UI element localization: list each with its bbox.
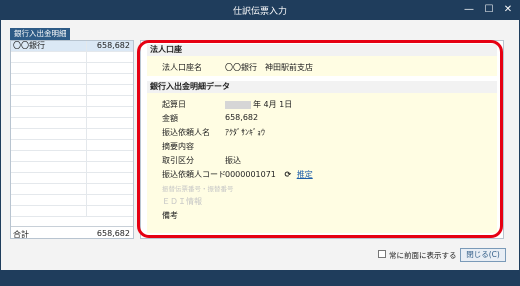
field-label-amount: 金額 xyxy=(162,114,178,123)
field-label-memo: 備考 xyxy=(162,211,178,220)
close-window-button[interactable]: ✕ xyxy=(501,3,515,17)
field-label-requester-code: 振込依頼人コード xyxy=(162,170,226,179)
field-label-date: 起算日 xyxy=(162,100,186,109)
list-item-empty[interactable] xyxy=(11,140,133,151)
window-title: 仕訳伝票入力 xyxy=(232,7,287,17)
section-title-corporate-account: 法人口座 xyxy=(147,44,497,56)
tab-bank-details[interactable]: 銀行入出金明細 xyxy=(10,28,70,40)
bank-list-panel: 〇〇銀行 658,682 合計 658,682 xyxy=(10,40,134,239)
list-item-empty[interactable] xyxy=(11,118,133,129)
field-value-requester: ｱｸﾀﾞｻﾝｷﾞｮｳ xyxy=(225,128,265,137)
list-item-bank: 〇〇銀行 xyxy=(11,41,87,52)
total-label: 合計 xyxy=(13,230,29,239)
refresh-icon[interactable]: ⟳ xyxy=(284,170,291,179)
list-item-empty[interactable] xyxy=(11,206,133,217)
always-on-top-label[interactable]: 常に前面に表示する xyxy=(389,250,457,261)
field-label-account-name: 法人口座名 xyxy=(162,63,202,72)
list-item-empty[interactable] xyxy=(11,195,133,206)
list-item-empty[interactable] xyxy=(11,129,133,140)
field-label-summary: 摘要内容 xyxy=(162,142,194,151)
field-value-transaction-type: 振込 xyxy=(225,156,241,165)
list-total-row: 合計 658,682 xyxy=(11,226,133,239)
total-amount: 658,682 xyxy=(96,229,130,238)
always-on-top-checkbox[interactable] xyxy=(378,250,386,258)
section-bank-data: 起算日 年 4月 1日 金額 658,682 振込依頼人名 ｱｸﾀﾞｻﾝｷﾞｮｳ… xyxy=(147,93,497,233)
field-label-voucher-number: 振替伝票番号・振替番号 xyxy=(162,185,234,193)
field-value-date: 年 4月 1日 xyxy=(225,99,292,110)
list-item-empty[interactable] xyxy=(11,63,133,74)
detail-panel: 法人口座 法人口座名 〇〇銀行 神田駅前支店 銀行入出金明細データ 起算日 年 … xyxy=(140,40,504,239)
list-item-empty[interactable] xyxy=(11,151,133,162)
list-item-empty[interactable] xyxy=(11,162,133,173)
list-item-empty[interactable] xyxy=(11,74,133,85)
field-label-requester: 振込依頼人名 xyxy=(162,128,210,137)
list-item-empty[interactable] xyxy=(11,52,133,63)
requester-code-text: 0000001071 xyxy=(225,170,276,179)
field-value-amount: 658,682 xyxy=(225,113,259,122)
title-bar: 仕訳伝票入力 — ☐ ✕ xyxy=(0,0,520,20)
window-bottom-bar xyxy=(0,270,520,286)
list-item[interactable]: 〇〇銀行 658,682 xyxy=(11,41,133,52)
list-item-empty[interactable] xyxy=(11,107,133,118)
section-corporate-account: 法人口座名 〇〇銀行 神田駅前支店 xyxy=(147,56,497,76)
list-item-empty[interactable] xyxy=(11,184,133,195)
minimize-button[interactable]: — xyxy=(462,3,476,17)
maximize-button[interactable]: ☐ xyxy=(482,3,496,17)
close-button[interactable]: 閉じる(C) xyxy=(460,248,506,262)
date-text: 年 4月 1日 xyxy=(253,100,293,109)
list-item-empty[interactable] xyxy=(11,173,133,184)
section-title-bank-data: 銀行入出金明細データ xyxy=(147,81,497,93)
estimate-link[interactable]: 推定 xyxy=(297,170,313,179)
list-item-empty[interactable] xyxy=(11,85,133,96)
list-item-amount: 658,682 xyxy=(96,41,130,50)
field-value-requester-code: 0000001071 ⟳ 推定 xyxy=(225,169,313,180)
field-label-transaction-type: 取引区分 xyxy=(162,156,194,165)
list-item-empty[interactable] xyxy=(11,96,133,107)
field-value-account-name: 〇〇銀行 神田駅前支店 xyxy=(225,63,313,72)
field-label-edi-info: ＥＤＩ情報 xyxy=(162,197,202,206)
redacted-year xyxy=(225,100,251,109)
